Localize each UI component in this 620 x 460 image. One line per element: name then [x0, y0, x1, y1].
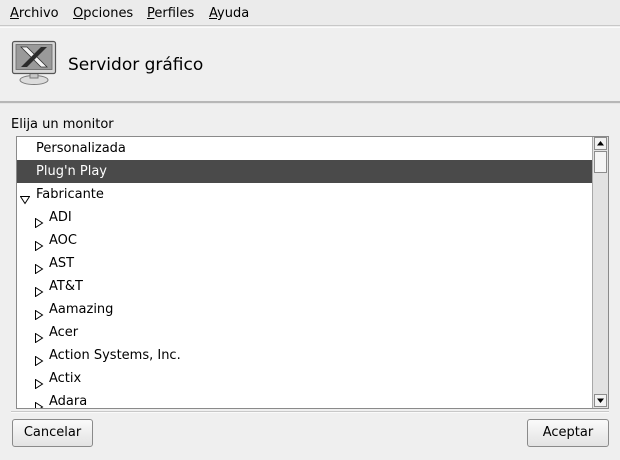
- list-item-label: Fabricante: [36, 187, 104, 202]
- cancel-button[interactable]: Cancelar: [12, 419, 93, 447]
- page-title: Servidor gráfico: [68, 55, 204, 75]
- list-item-fabricante[interactable]: Fabricante: [17, 183, 592, 206]
- triangle-right-icon[interactable]: [34, 397, 44, 408]
- menu-perfiles[interactable]: Perfiles: [147, 5, 194, 22]
- list-item-label: Plug'n Play: [36, 164, 107, 179]
- menu-bar: Archivo Opciones Perfiles Ayuda: [0, 0, 620, 26]
- triangle-right-icon[interactable]: [34, 374, 44, 390]
- list-item-aamazing[interactable]: Aamazing: [17, 298, 592, 321]
- triangle-right-icon[interactable]: [34, 259, 44, 275]
- scroll-down-arrow-icon[interactable]: [594, 394, 607, 407]
- list-item-adara[interactable]: Adara: [17, 390, 592, 408]
- menu-opciones[interactable]: Opciones: [73, 5, 133, 22]
- list-item-att[interactable]: AT&T: [17, 275, 592, 298]
- list-item-aoc[interactable]: AOC: [17, 229, 592, 252]
- triangle-right-icon[interactable]: [34, 328, 44, 344]
- monitor-section-label: Elija un monitor: [11, 117, 114, 132]
- triangle-right-icon[interactable]: [34, 282, 44, 298]
- triangle-right-icon[interactable]: [34, 236, 44, 252]
- list-item-actix[interactable]: Actix: [17, 367, 592, 390]
- triangle-down-icon[interactable]: [19, 190, 31, 205]
- list-item-label: AST: [49, 256, 75, 271]
- header-divider: [0, 101, 620, 104]
- list-item-plugnplay[interactable]: Plug'n Play: [17, 160, 592, 183]
- menu-ayuda[interactable]: Ayuda: [209, 5, 249, 22]
- scroll-up-arrow-icon[interactable]: [594, 137, 607, 150]
- scrollbar-thumb[interactable]: [594, 151, 607, 173]
- triangle-right-icon[interactable]: [34, 213, 44, 229]
- list-item-adi[interactable]: ADI: [17, 206, 592, 229]
- list-item-label: AT&T: [49, 279, 83, 294]
- list-item-personalizada[interactable]: Personalizada: [17, 137, 592, 160]
- list-item-label: Acer: [49, 325, 79, 340]
- list-item-label: Personalizada: [36, 141, 126, 156]
- list-item-label: Actix: [49, 371, 82, 386]
- list-item-label: Aamazing: [49, 302, 114, 317]
- monitor-tree[interactable]: Personalizada Plug'n Play Fabricante ADI…: [17, 137, 592, 408]
- ok-button[interactable]: Aceptar: [527, 419, 609, 447]
- list-item-label: Action Systems, Inc.: [49, 348, 181, 363]
- list-item-ast[interactable]: AST: [17, 252, 592, 275]
- x-server-monitor-icon: [11, 40, 57, 86]
- menu-divider: [0, 27, 620, 28]
- list-item-acer[interactable]: Acer: [17, 321, 592, 344]
- list-item-label: ADI: [49, 210, 72, 225]
- menu-archivo[interactable]: Archivo: [10, 5, 59, 22]
- footer-divider: [11, 411, 609, 413]
- list-scrollbar[interactable]: [592, 137, 608, 408]
- monitor-list[interactable]: Personalizada Plug'n Play Fabricante ADI…: [16, 136, 609, 409]
- triangle-right-icon[interactable]: [34, 305, 44, 321]
- list-item-label: AOC: [49, 233, 77, 248]
- triangle-right-icon[interactable]: [34, 351, 44, 367]
- list-item-label: Adara: [49, 394, 88, 408]
- list-item-action-systems[interactable]: Action Systems, Inc.: [17, 344, 592, 367]
